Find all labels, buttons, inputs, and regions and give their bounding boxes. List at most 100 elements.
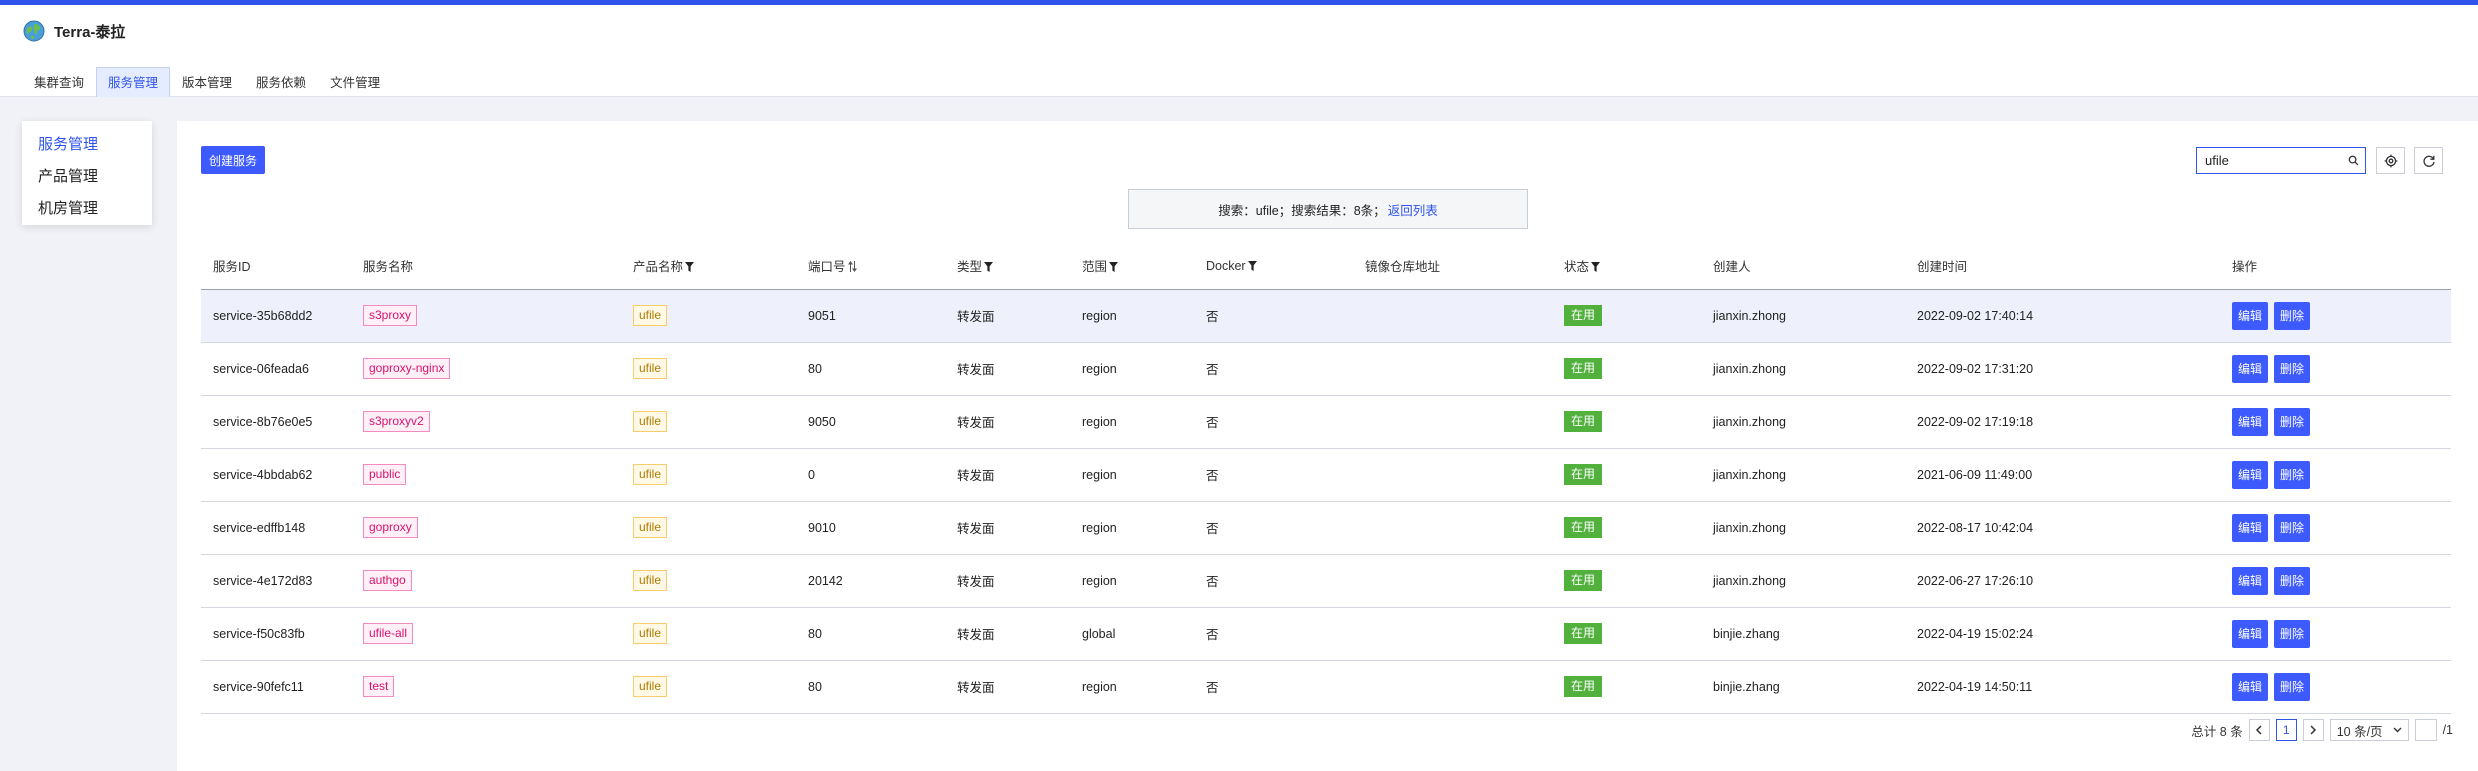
cell-scope: global	[1070, 607, 1194, 661]
cell-status: 在用	[1552, 395, 1701, 449]
cell-scope: region	[1070, 289, 1194, 343]
table-row[interactable]: service-4e172d83 authgo ufile 20142 转发面 regio…	[201, 554, 2451, 608]
cell-creator: jianxin.zhong	[1701, 342, 1905, 396]
cell-port: 80	[796, 607, 945, 661]
main-nav: 集群查询 服务管理 版本管理 服务依赖 文件管理	[22, 67, 392, 97]
tab-cluster-query[interactable]: 集群查询	[22, 67, 96, 97]
back-to-list-link[interactable]: 返回列表	[1388, 200, 1438, 219]
page-size-select[interactable]: 10 条/页	[2329, 719, 2409, 741]
service-name-tag: s3proxyv2	[363, 411, 430, 432]
status-badge: 在用	[1564, 305, 1603, 326]
cell-service-name: public	[351, 448, 621, 502]
settings-button[interactable]	[2376, 147, 2405, 174]
edit-button[interactable]: 编辑	[2232, 513, 2268, 542]
page-jump-input[interactable]	[2414, 719, 2437, 741]
filter-icon[interactable]	[1591, 262, 1601, 273]
pagination: 总计 8 条 1 10 条/页 /1	[2191, 719, 2453, 741]
col-docker[interactable]: Docker	[1194, 243, 1353, 290]
cell-created-at: 2022-09-02 17:31:20	[1905, 342, 2220, 396]
status-badge: 在用	[1564, 623, 1603, 644]
cell-type: 转发面	[945, 607, 1070, 661]
tab-file-management[interactable]: 文件管理	[318, 67, 392, 97]
table-row[interactable]: service-06feada6 goproxy-nginx ufile 80 转发面 r…	[201, 342, 2451, 396]
edit-button[interactable]: 编辑	[2232, 460, 2268, 489]
delete-button[interactable]: 删除	[2274, 301, 2310, 330]
refresh-button[interactable]	[2414, 147, 2443, 174]
filter-icon[interactable]	[685, 262, 695, 273]
table-row[interactable]: service-f50c83fb ufile-all ufile 80 转发面 globa…	[201, 607, 2451, 661]
page-number-button[interactable]: 1	[2275, 719, 2297, 741]
search-icon[interactable]	[2341, 155, 2365, 166]
tab-service-management[interactable]: 服务管理	[96, 67, 171, 97]
sidebar-item-service-management[interactable]: 服务管理	[22, 129, 152, 161]
globe-logo-icon	[23, 20, 45, 42]
filter-icon[interactable]	[1247, 260, 1257, 271]
cell-service-id: service-f50c83fb	[201, 607, 351, 661]
edit-button[interactable]: 编辑	[2232, 407, 2268, 436]
table-row[interactable]: service-edffb148 goproxy ufile 9010 转发面 regio…	[201, 501, 2451, 555]
cell-type: 转发面	[945, 289, 1070, 343]
cell-status: 在用	[1552, 501, 1701, 555]
sidebar-item-room-management[interactable]: 机房管理	[22, 193, 152, 225]
cell-port: 80	[796, 342, 945, 396]
delete-button[interactable]: 删除	[2274, 672, 2310, 701]
app-header: Terra-泰拉 集群查询 服务管理 版本管理 服务依赖 文件管理	[0, 5, 2478, 97]
col-type[interactable]: 类型	[945, 243, 1070, 290]
cell-product: ufile	[621, 289, 796, 343]
prev-page-button[interactable]	[2248, 719, 2270, 741]
edit-button[interactable]: 编辑	[2232, 566, 2268, 595]
table-row[interactable]: service-35b68dd2 s3proxy ufile 9051 转发面 regio…	[201, 289, 2451, 343]
product-tag: ufile	[633, 623, 668, 644]
edit-button[interactable]: 编辑	[2232, 354, 2268, 383]
col-status[interactable]: 状态	[1552, 243, 1701, 290]
delete-button[interactable]: 删除	[2274, 354, 2310, 383]
edit-button[interactable]: 编辑	[2232, 672, 2268, 701]
product-tag: ufile	[633, 411, 668, 432]
edit-button[interactable]: 编辑	[2232, 301, 2268, 330]
cell-image-repo	[1353, 289, 1552, 343]
cell-service-name: authgo	[351, 554, 621, 608]
cell-docker: 否	[1194, 554, 1353, 608]
tab-version-management[interactable]: 版本管理	[170, 67, 244, 97]
cell-port: 9010	[796, 501, 945, 555]
product-tag: ufile	[633, 464, 668, 485]
cell-status: 在用	[1552, 342, 1701, 396]
delete-button[interactable]: 删除	[2274, 460, 2310, 489]
cell-scope: region	[1070, 395, 1194, 449]
table-row[interactable]: service-4bbdab62 public ufile 0 转发面 region 否 在用…	[201, 448, 2451, 502]
sidebar-item-product-management[interactable]: 产品管理	[22, 161, 152, 193]
product-tag: ufile	[633, 517, 668, 538]
tab-service-dependency[interactable]: 服务依赖	[244, 67, 318, 97]
cell-created-at: 2022-08-17 10:42:04	[1905, 501, 2220, 555]
cell-scope: region	[1070, 448, 1194, 502]
next-page-button[interactable]	[2302, 719, 2324, 741]
col-port[interactable]: 端口号	[796, 243, 945, 290]
cell-created-at: 2021-06-09 11:49:00	[1905, 448, 2220, 502]
col-service-name: 服务名称	[351, 243, 621, 290]
cell-creator: jianxin.zhong	[1701, 554, 1905, 608]
cell-status: 在用	[1552, 554, 1701, 608]
cell-docker: 否	[1194, 395, 1353, 449]
filter-icon[interactable]	[984, 262, 994, 273]
delete-button[interactable]: 删除	[2274, 513, 2310, 542]
service-name-tag: authgo	[363, 570, 412, 591]
product-tag: ufile	[633, 358, 668, 379]
cell-port: 20142	[796, 554, 945, 608]
create-service-button[interactable]: 创建服务	[201, 146, 265, 174]
search-input[interactable]	[2197, 148, 2341, 173]
col-scope[interactable]: 范围	[1070, 243, 1194, 290]
cell-service-id: service-4e172d83	[201, 554, 351, 608]
edit-button[interactable]: 编辑	[2232, 619, 2268, 648]
delete-button[interactable]: 删除	[2274, 407, 2310, 436]
delete-button[interactable]: 删除	[2274, 566, 2310, 595]
cell-image-repo	[1353, 607, 1552, 661]
cell-image-repo	[1353, 554, 1552, 608]
delete-button[interactable]: 删除	[2274, 619, 2310, 648]
cell-service-name: ufile-all	[351, 607, 621, 661]
sort-icon[interactable]	[847, 261, 857, 273]
table-row[interactable]: service-90fefc11 test ufile 80 转发面 region 否 在用 b…	[201, 660, 2451, 714]
page-size-value: 10 条/页	[2336, 724, 2383, 739]
table-row[interactable]: service-8b76e0e5 s3proxyv2 ufile 9050 转发面 reg…	[201, 395, 2451, 449]
filter-icon[interactable]	[1109, 262, 1119, 273]
col-product-name[interactable]: 产品名称	[621, 243, 796, 290]
